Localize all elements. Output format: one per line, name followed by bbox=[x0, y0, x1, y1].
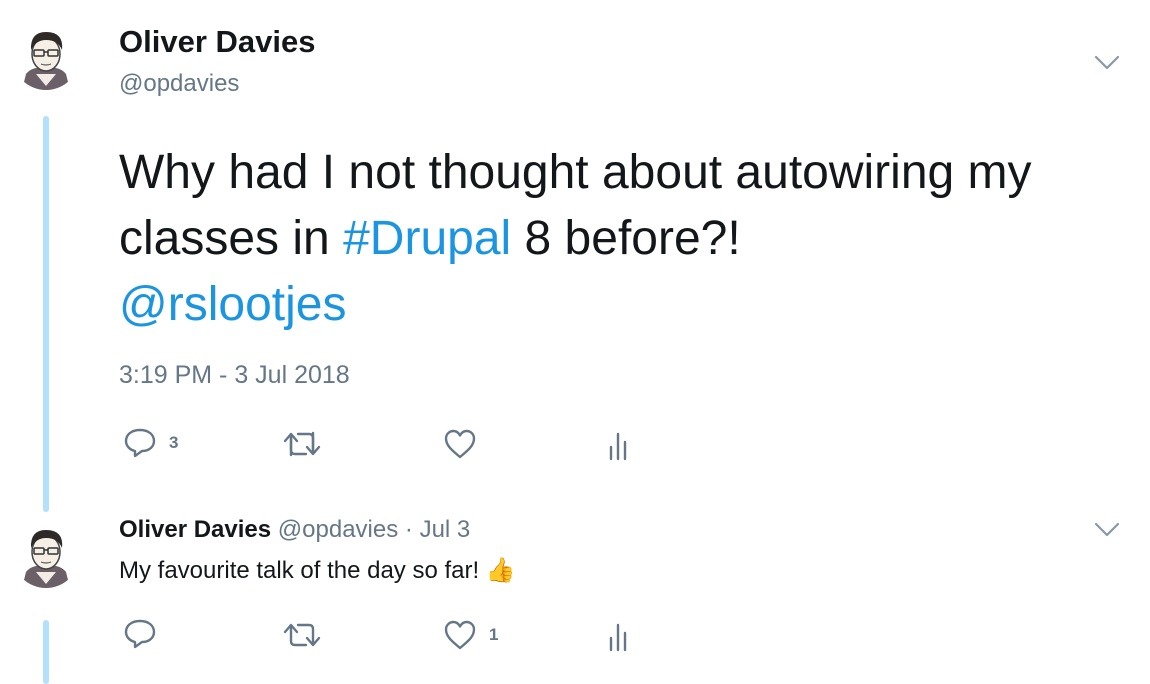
reply-like-count: 1 bbox=[489, 625, 499, 644]
reply-button[interactable]: 3 bbox=[123, 427, 178, 459]
hashtag-link[interactable]: #Drupal bbox=[343, 212, 511, 265]
chevron-down-icon bbox=[1094, 55, 1120, 70]
reply-text: My favourite talk of the day so far! 👍 bbox=[119, 556, 516, 585]
heart-icon bbox=[444, 429, 476, 459]
reply-thread-line bbox=[43, 620, 49, 684]
analytics-icon bbox=[609, 623, 627, 652]
mention-link[interactable]: @rslootjes bbox=[119, 278, 346, 331]
thumbs-up-icon: 👍 bbox=[485, 557, 516, 584]
reply-author-avatar[interactable] bbox=[12, 520, 80, 588]
retweet-button[interactable] bbox=[282, 429, 334, 459]
heart-icon bbox=[444, 620, 476, 650]
tweet-timestamp[interactable]: 3:19 PM - 3 Jul 2018 bbox=[119, 361, 350, 390]
header-separator: · bbox=[404, 516, 413, 543]
author-avatar[interactable] bbox=[12, 22, 80, 90]
analytics-button[interactable] bbox=[607, 431, 631, 461]
tweet-text-part: 8 before?! bbox=[511, 212, 741, 265]
like-button[interactable] bbox=[443, 428, 489, 460]
reply-analytics-button[interactable] bbox=[607, 622, 631, 652]
author-handle[interactable]: @opdavies bbox=[119, 70, 239, 98]
retweet-icon bbox=[283, 431, 321, 457]
reply-author-handle[interactable]: @opdavies bbox=[278, 516, 398, 543]
tweet-text: Why had I not thought about autowiring m… bbox=[119, 140, 1119, 338]
reply-header: Oliver Davies @opdavies · Jul 3 bbox=[119, 516, 470, 544]
analytics-icon bbox=[609, 432, 627, 461]
reply-author-name[interactable]: Oliver Davies bbox=[119, 516, 271, 543]
chevron-down-icon bbox=[1094, 522, 1120, 537]
author-name[interactable]: Oliver Davies bbox=[119, 24, 315, 60]
reply-retweet-button[interactable] bbox=[282, 620, 334, 650]
reply-date[interactable]: Jul 3 bbox=[420, 516, 471, 543]
reply-count: 3 bbox=[169, 433, 179, 452]
tweet-menu-button[interactable] bbox=[1094, 55, 1120, 76]
thread-line bbox=[43, 116, 49, 512]
reply-menu-button[interactable] bbox=[1094, 522, 1120, 543]
reply-reply-button[interactable] bbox=[123, 618, 169, 650]
reply-text-content: My favourite talk of the day so far! bbox=[119, 557, 480, 584]
reply-icon bbox=[124, 619, 156, 649]
retweet-icon bbox=[283, 623, 321, 647]
reply-like-button[interactable]: 1 bbox=[443, 619, 498, 651]
reply-icon bbox=[124, 428, 156, 458]
